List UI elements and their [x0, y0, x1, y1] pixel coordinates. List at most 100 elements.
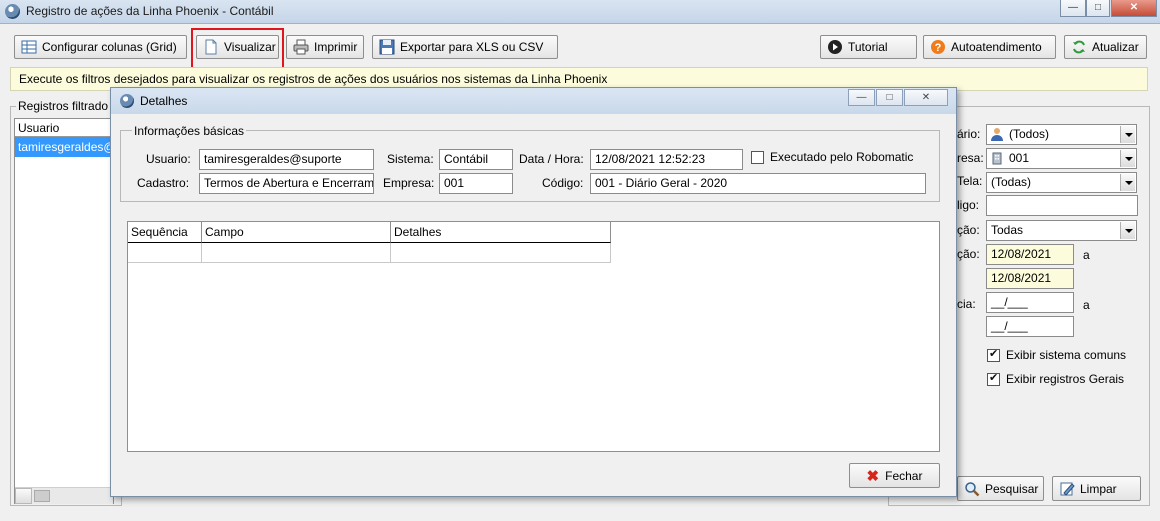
search-icon [964, 481, 980, 497]
cadastro-label: Cadastro: [137, 176, 190, 190]
imprimir-button[interactable]: Imprimir [286, 35, 364, 59]
robomatic-checkbox[interactable]: Executado pelo Robomatic [751, 150, 913, 164]
oc-range-separator: a [1083, 298, 1090, 312]
maximize-button[interactable]: □ [1086, 0, 1110, 17]
exibir-gerais-checkbox[interactable]: Exibir registros Gerais [987, 371, 1125, 386]
fechar-button[interactable]: ✖ Fechar [849, 463, 940, 488]
floppy-icon [379, 39, 395, 55]
data-hora-field[interactable]: 12/08/2021 12:52:23 [590, 149, 743, 170]
configurar-colunas-button[interactable]: Configurar colunas (Grid) [14, 35, 187, 59]
dialog-app-icon [120, 94, 134, 108]
data-filter-label: ção: [957, 247, 980, 261]
fechar-label: Fechar [885, 468, 923, 483]
chevron-down-icon[interactable] [1120, 150, 1135, 167]
codigo-filter-label: ligo: [957, 198, 980, 212]
clear-icon [1059, 481, 1075, 497]
tutorial-button[interactable]: Tutorial [820, 35, 917, 59]
usuario-column-header[interactable]: Usuario [15, 119, 113, 137]
usuario-filter-value: (Todos) [1009, 127, 1050, 141]
dialog-minimize-button[interactable]: — [848, 89, 875, 106]
window-title: Registro de ações da Linha Phoenix - Con… [26, 4, 274, 18]
tutorial-label: Tutorial [848, 40, 888, 54]
checkbox-box[interactable] [987, 371, 1000, 386]
usuario-field[interactable]: tamiresgeraldes@suporte [199, 149, 374, 170]
registros-list[interactable]: Usuario tamiresgeraldes@ [14, 118, 116, 504]
empresa-field[interactable]: 001 [439, 173, 513, 194]
user-icon [990, 127, 1004, 141]
minimize-button[interactable]: — [1060, 0, 1086, 17]
dialog-maximize-button[interactable]: □ [876, 89, 903, 106]
atualizar-label: Atualizar [1092, 40, 1139, 54]
close-button[interactable]: ✕ [1111, 0, 1157, 17]
usuario-filter-combo[interactable]: (Todos) [986, 124, 1137, 145]
data-to-input[interactable]: 12/08/2021 [986, 268, 1074, 289]
oc-from-input[interactable]: __/___ [986, 292, 1074, 313]
chevron-down-icon[interactable] [1120, 222, 1135, 239]
checkbox-box[interactable] [751, 150, 764, 164]
tela-filter-combo[interactable]: (Todas) [986, 172, 1137, 193]
help-icon: ? [930, 39, 946, 55]
dialog-titlebar: Detalhes — □ ✕ [111, 88, 956, 114]
app-icon [5, 4, 20, 19]
sequencia-column-header[interactable]: Sequência [128, 222, 202, 243]
tela-filter-label: Tela: [957, 174, 983, 188]
horizontal-scrollbar[interactable] [15, 487, 113, 504]
play-icon [827, 39, 843, 55]
acao-filter-label: ção: [957, 223, 980, 237]
scroll-thumb[interactable] [34, 490, 50, 502]
detalhes-grid[interactable]: Sequência Campo Detalhes [127, 221, 940, 452]
codigo-label: Código: [542, 176, 584, 190]
main-titlebar: Registro de ações da Linha Phoenix - Con… [0, 0, 1160, 24]
registros-group-label: Registros filtrado [16, 99, 111, 113]
visualizar-label: Visualizar [224, 40, 276, 54]
acao-filter-value: Todas [991, 223, 1024, 237]
detalhes-dialog: Detalhes — □ ✕ Informações básicas Usuar… [110, 87, 957, 497]
autoatendimento-button[interactable]: ? Autoatendimento [923, 35, 1056, 59]
scroll-left-arrow[interactable] [15, 488, 32, 504]
empresa-filter-value: 001 [1009, 151, 1030, 165]
grid-cell-campo[interactable] [202, 243, 391, 263]
sistema-label: Sistema: [387, 152, 434, 166]
atualizar-button[interactable]: Atualizar [1064, 35, 1147, 59]
refresh-icon [1071, 39, 1087, 55]
pesquisar-label: Pesquisar [985, 481, 1039, 496]
checkbox-box[interactable] [987, 347, 1000, 362]
document-icon [203, 39, 219, 55]
exibir-comuns-checkbox[interactable]: Exibir sistema comuns [987, 347, 1126, 362]
acao-filter-combo[interactable]: Todas [986, 220, 1137, 241]
limpar-button[interactable]: Limpar [1052, 476, 1141, 501]
svg-text:?: ? [935, 42, 942, 54]
oc-to-input[interactable]: __/___ [986, 316, 1074, 337]
empresa-filter-combo[interactable]: 001 [986, 148, 1137, 169]
data-range-separator: a [1083, 248, 1090, 262]
data-from-input[interactable]: 12/08/2021 [986, 244, 1074, 265]
chevron-down-icon[interactable] [1120, 174, 1135, 191]
building-icon [990, 151, 1004, 165]
grid-cell-sequencia[interactable] [128, 243, 202, 263]
grid-cell-detalhes[interactable] [391, 243, 611, 263]
codigo-field[interactable]: 001 - Diário Geral - 2020 [590, 173, 926, 194]
configurar-label: Configurar colunas (Grid) [42, 40, 177, 54]
ocorrencia-filter-label: cia: [957, 297, 976, 311]
sistema-field[interactable]: Contábil [439, 149, 513, 170]
limpar-label: Limpar [1080, 481, 1117, 496]
exportar-label: Exportar para XLS ou CSV [400, 40, 544, 54]
imprimir-label: Imprimir [314, 40, 358, 54]
exibir-gerais-label: Exibir registros Gerais [1006, 372, 1125, 386]
usuario-label: Usuario: [146, 152, 191, 166]
exportar-button[interactable]: Exportar para XLS ou CSV [372, 35, 558, 59]
dialog-title: Detalhes [140, 94, 188, 108]
campo-column-header[interactable]: Campo [202, 222, 391, 243]
cadastro-field[interactable]: Termos de Abertura e Encerrame [199, 173, 374, 194]
empresa-filter-label: resa: [957, 151, 984, 165]
empresa-label: Empresa: [383, 176, 435, 190]
usuario-filter-label: ário: [957, 127, 981, 141]
autoatendimento-label: Autoatendimento [951, 40, 1042, 54]
chevron-down-icon[interactable] [1120, 126, 1135, 143]
detalhes-column-header[interactable]: Detalhes [391, 222, 611, 243]
visualizar-button[interactable]: Visualizar [196, 35, 279, 59]
table-row[interactable]: tamiresgeraldes@ [15, 137, 116, 157]
codigo-filter-input[interactable] [986, 195, 1138, 216]
dialog-close-button[interactable]: ✕ [904, 89, 948, 106]
pesquisar-button[interactable]: Pesquisar [957, 476, 1044, 501]
